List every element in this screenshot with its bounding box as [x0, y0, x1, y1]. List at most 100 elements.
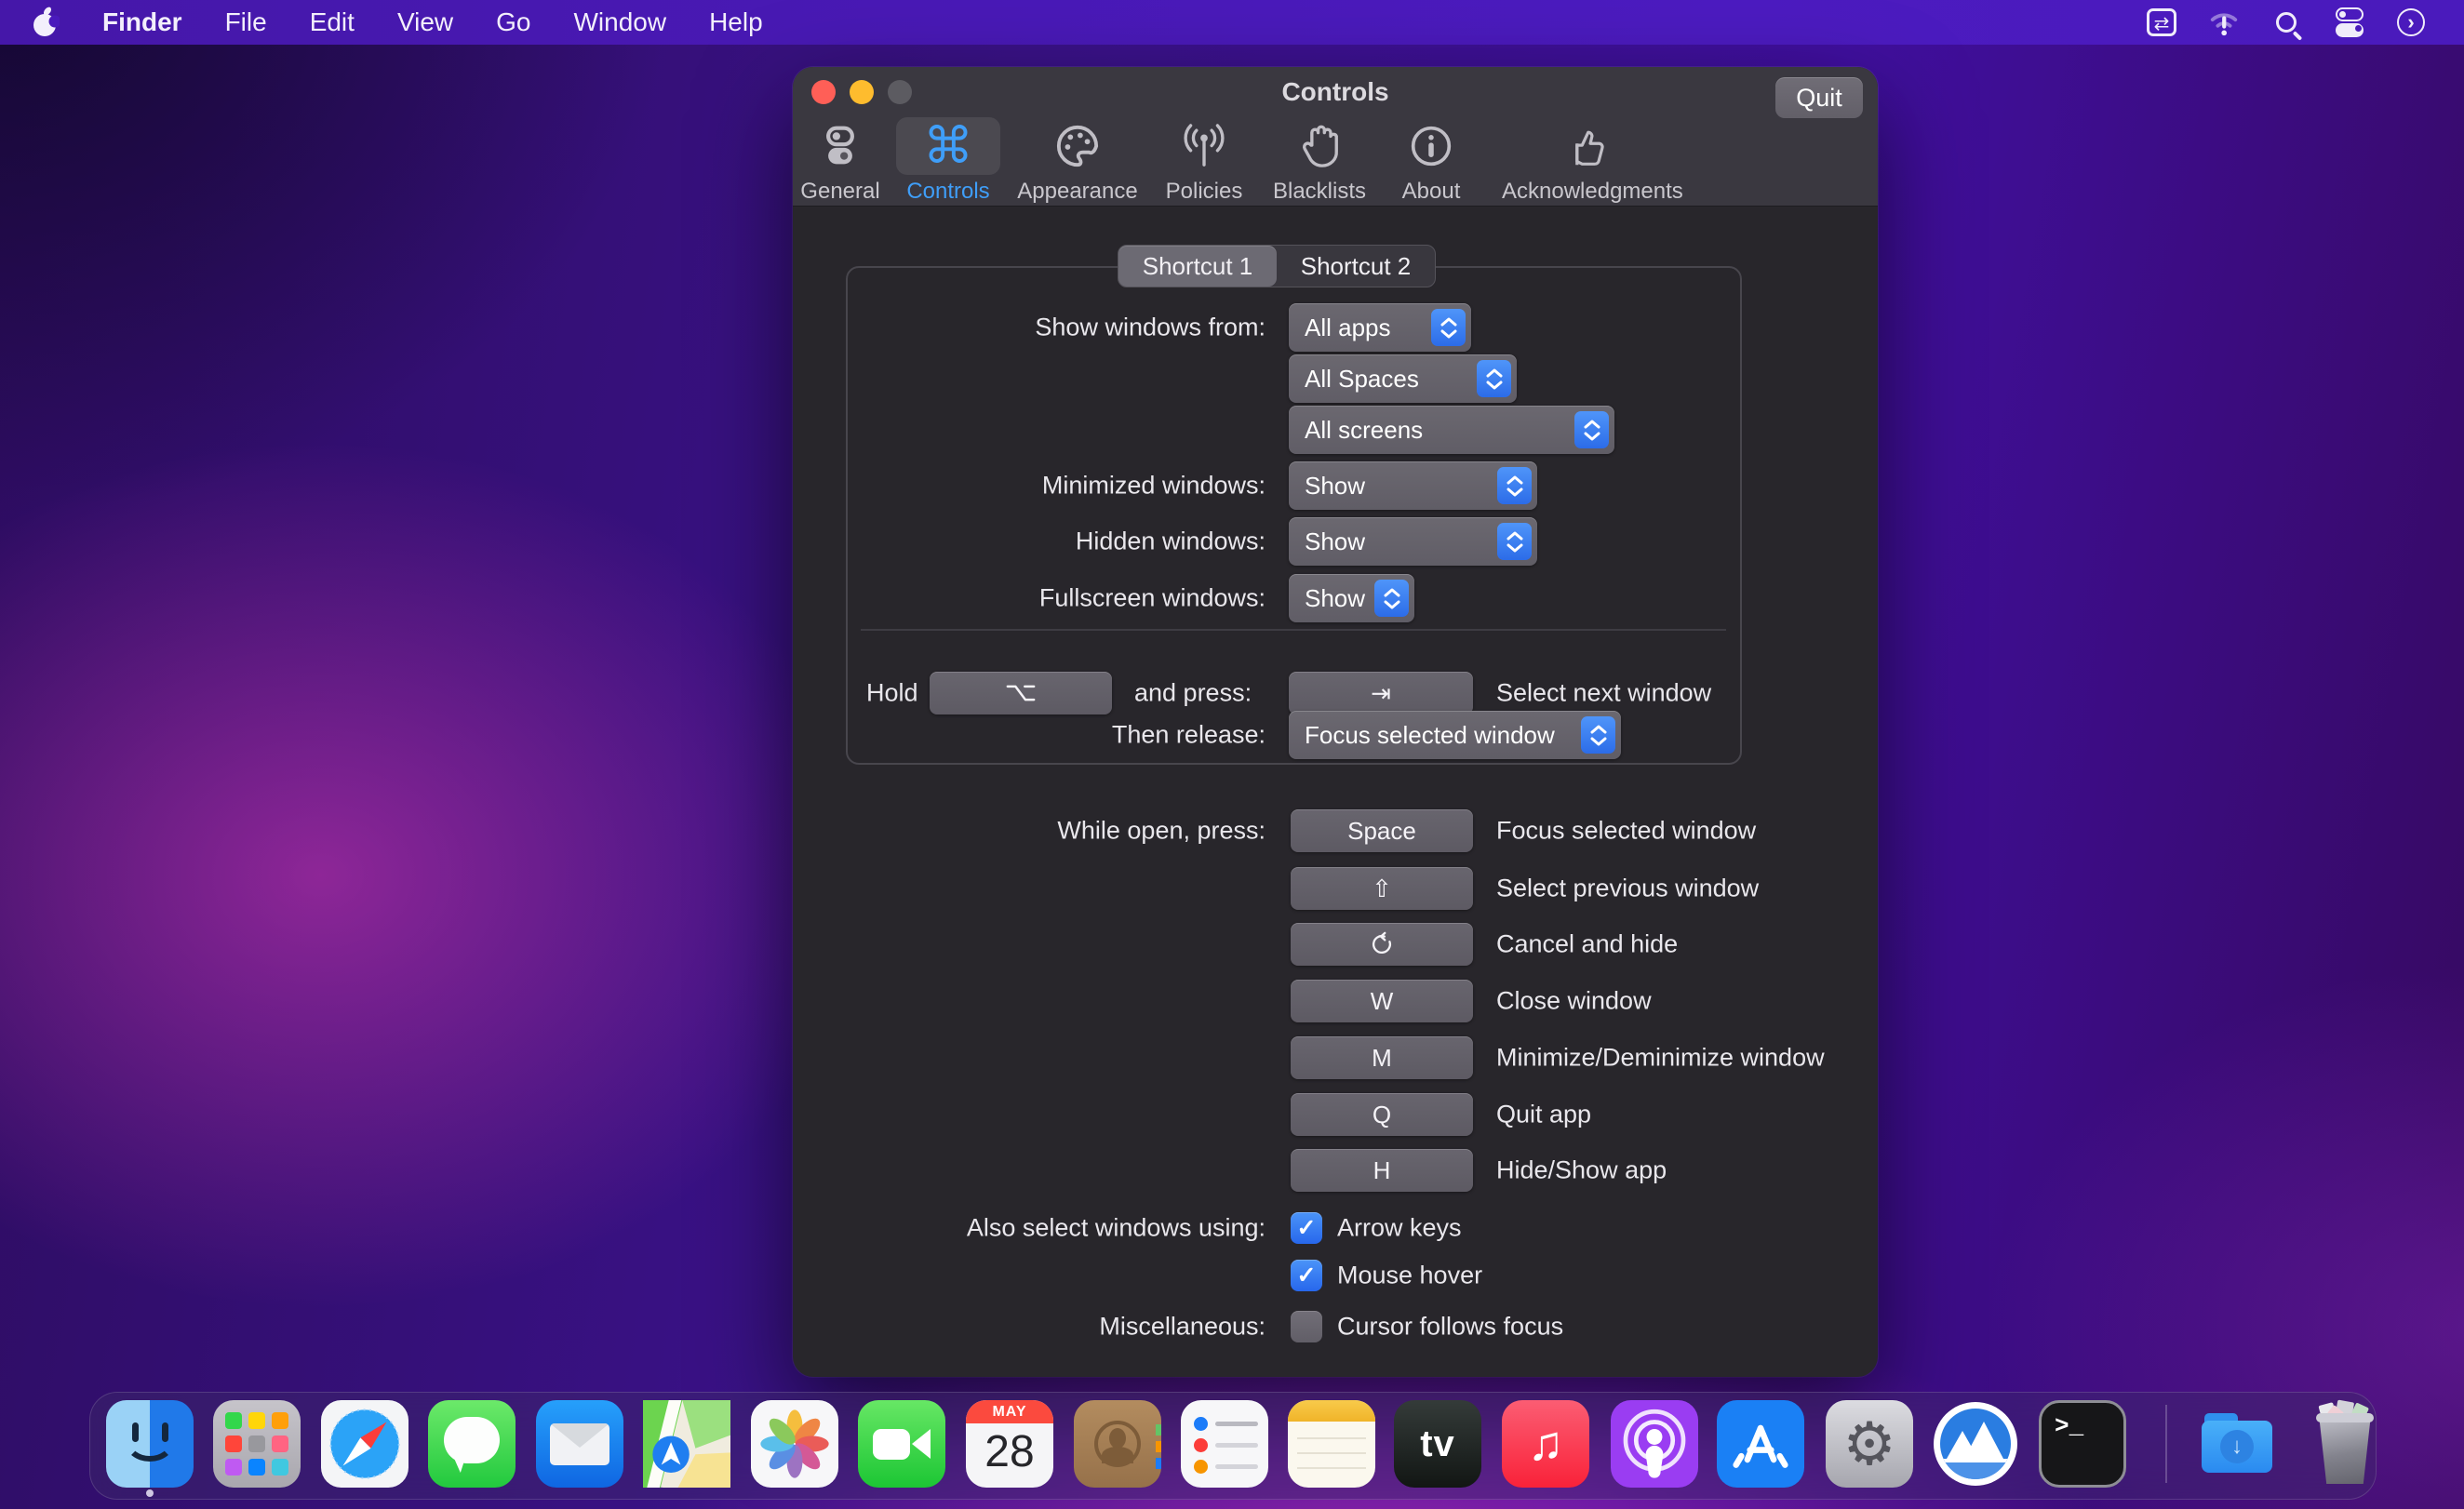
search-icon[interactable] [2270, 7, 2302, 38]
arrow-keys-label: Arrow keys [1337, 1214, 1462, 1243]
apple-logo-icon [32, 6, 60, 39]
command-icon: ⌘ [923, 121, 973, 171]
window-titlebar[interactable]: Controls Quit General ⌘ Controls [793, 67, 1878, 207]
dock-downloads-icon[interactable]: ↓ [2193, 1400, 2281, 1488]
dock-terminal-icon[interactable]: >_ [2039, 1400, 2126, 1488]
key-glyph: W [1371, 987, 1394, 1016]
menu-item-window[interactable]: Window [573, 7, 666, 37]
escape-key-recorder[interactable] [1291, 923, 1473, 966]
mouse-hover-checkbox[interactable]: ✓ [1291, 1260, 1322, 1291]
shortcut-action-text: Close window [1496, 987, 1652, 1016]
dock-podcasts-icon[interactable] [1611, 1400, 1698, 1488]
stepper-icon [1497, 467, 1532, 504]
quit-button[interactable]: Quit [1775, 77, 1863, 118]
stepper-icon [1497, 523, 1532, 560]
shortcut-tab-control: Shortcut 1 Shortcut 2 [1118, 245, 1436, 287]
tab-shortcut-1[interactable]: Shortcut 1 [1118, 246, 1277, 287]
m-key-recorder[interactable]: M [1291, 1036, 1473, 1079]
desktop: Finder File Edit View Go Window Help ⇄ [0, 0, 2464, 1509]
menu-bar: Finder File Edit View Go Window Help ⇄ [0, 0, 2464, 45]
cursor-follows-focus-checkbox[interactable] [1291, 1311, 1322, 1342]
minimized-windows-dropdown[interactable]: Show [1289, 461, 1537, 510]
stepper-icon [1581, 716, 1615, 754]
shift-key-glyph: ⇧ [1372, 875, 1392, 903]
shortcut-action-text: Cancel and hide [1496, 930, 1678, 959]
dock-photos-icon[interactable] [751, 1400, 838, 1488]
key-glyph: H [1373, 1156, 1391, 1185]
dock-messages-icon[interactable] [428, 1400, 516, 1488]
shortcut-action-text: Select previous window [1496, 875, 1759, 903]
music-note-icon: ♫ [1528, 1416, 1564, 1472]
h-key-recorder[interactable]: H [1291, 1149, 1473, 1192]
dock-finder-icon[interactable] [106, 1400, 194, 1488]
dropdown-value: Focus selected window [1305, 721, 1555, 750]
and-press-label: and press: [1134, 679, 1252, 708]
screens-dropdown[interactable]: All screens [1289, 406, 1614, 454]
apple-menu[interactable] [32, 6, 60, 39]
cursor-follows-focus-label: Cursor follows focus [1337, 1313, 1563, 1342]
while-open-label: While open, press: [1057, 817, 1265, 846]
dock-divider [2165, 1405, 2167, 1483]
dock-launchpad-icon[interactable] [213, 1400, 301, 1488]
dock-safari-icon[interactable] [321, 1400, 408, 1488]
menu-item-finder[interactable]: Finder [102, 7, 182, 37]
dock-facetime-icon[interactable] [858, 1400, 945, 1488]
dropdown-value: Show [1305, 527, 1365, 556]
dock-alttab-icon[interactable] [1932, 1400, 2019, 1488]
arrow-keys-checkbox[interactable]: ✓ [1291, 1212, 1322, 1244]
antenna-icon [1182, 124, 1226, 168]
escape-key-icon [1369, 931, 1395, 957]
dock-appstore-icon[interactable] [1717, 1400, 1804, 1488]
user-switch-icon[interactable]: › [2395, 7, 2427, 38]
press-key-recorder[interactable]: ⇥ [1289, 672, 1473, 714]
spaces-dropdown[interactable]: All Spaces [1289, 354, 1517, 403]
toolbar-label: About [1347, 179, 1515, 205]
tab-shortcut-2[interactable]: Shortcut 2 [1277, 246, 1435, 287]
fullscreen-windows-dropdown[interactable]: Show [1289, 574, 1414, 622]
toolbar-label: Acknowledgments [1502, 179, 1669, 205]
dock-notes-icon[interactable] [1288, 1400, 1375, 1488]
dock-trash-icon[interactable] [2301, 1400, 2389, 1488]
hidden-windows-dropdown[interactable]: Show [1289, 517, 1537, 566]
space-key-recorder[interactable]: Space [1291, 809, 1473, 852]
toolbar-tab-about[interactable]: About [1347, 117, 1515, 205]
shift-key-recorder[interactable]: ⇧ [1291, 867, 1473, 910]
menu-item-go[interactable]: Go [496, 7, 530, 37]
dock-system-preferences-icon[interactable]: ⚙ [1826, 1400, 1913, 1488]
show-windows-from-dropdown[interactable]: All apps [1289, 303, 1471, 352]
toolbar-tab-acknowledgments[interactable]: Acknowledgments [1502, 117, 1669, 205]
menu-item-edit[interactable]: Edit [310, 7, 355, 37]
dock-music-icon[interactable]: ♫ [1502, 1400, 1589, 1488]
hand-icon [1299, 124, 1340, 168]
dock-maps-icon[interactable] [643, 1400, 730, 1488]
stepper-icon [1574, 411, 1609, 448]
dock-contacts-icon[interactable] [1074, 1400, 1161, 1488]
wifi-warning-icon[interactable] [2208, 7, 2240, 38]
dropdown-value: Show [1305, 584, 1365, 613]
key-glyph: M [1372, 1044, 1392, 1073]
w-key-recorder[interactable]: W [1291, 980, 1473, 1022]
tv-label: tv [1420, 1423, 1455, 1465]
minimized-windows-label: Minimized windows: [1042, 472, 1265, 501]
calendar-month: MAY [966, 1400, 1053, 1423]
miscellaneous-label: Miscellaneous: [1099, 1313, 1265, 1342]
fullscreen-windows-label: Fullscreen windows: [1039, 584, 1265, 613]
dock-reminders-icon[interactable] [1181, 1400, 1268, 1488]
stepper-icon [1374, 580, 1409, 617]
menu-item-file[interactable]: File [225, 7, 267, 37]
dock-mail-icon[interactable] [536, 1400, 623, 1488]
then-release-dropdown[interactable]: Focus selected window [1289, 711, 1621, 759]
terminal-prompt: >_ [2055, 1412, 2083, 1440]
menu-item-help[interactable]: Help [709, 7, 763, 37]
q-key-recorder[interactable]: Q [1291, 1093, 1473, 1136]
window-switcher-icon[interactable]: ⇄ [2146, 7, 2177, 38]
dropdown-value: All Spaces [1305, 365, 1419, 394]
hidden-windows-label: Hidden windows: [1076, 527, 1265, 556]
dock-calendar-icon[interactable]: MAY 28 [966, 1400, 1053, 1488]
dock-tv-icon[interactable]: tv [1394, 1400, 1481, 1488]
control-center-icon[interactable] [2333, 7, 2364, 38]
palette-icon [1055, 124, 1100, 168]
hold-key-recorder[interactable] [930, 672, 1112, 714]
menu-item-view[interactable]: View [397, 7, 453, 37]
info-icon [1410, 125, 1453, 167]
